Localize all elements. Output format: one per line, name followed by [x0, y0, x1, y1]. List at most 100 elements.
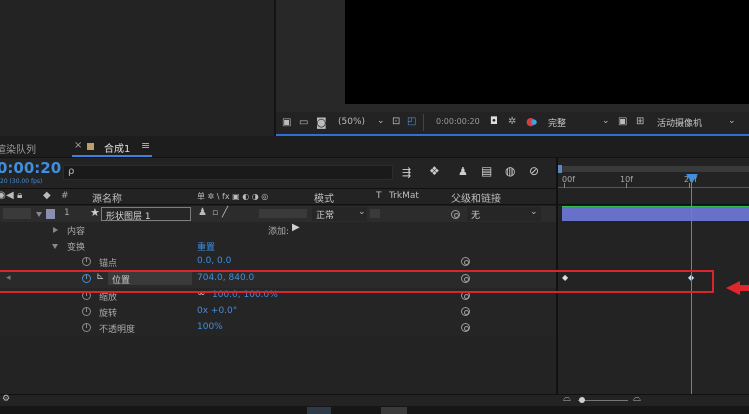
- transparency-grid-icon[interactable]: ⊞: [636, 116, 644, 127]
- zoom-slider-thumb[interactable]: [579, 397, 585, 403]
- mode-select[interactable]: 正常 ⌄: [312, 207, 367, 221]
- column-header: ◉ ◀ 🔒︎ ◆ # 源名称 单 ✲ \ fx ▣ ◐ ◑ ◎ 模式 T Trk…: [0, 188, 556, 205]
- shy-icon[interactable]: ♟: [458, 165, 468, 178]
- toggle-switches-icon[interactable]: ⚙: [2, 394, 10, 404]
- zoom-slider-track[interactable]: [578, 400, 628, 401]
- anchor-point-row[interactable]: 锚点 0.0, 0.0: [0, 254, 556, 271]
- chevron-down-icon[interactable]: ⌄: [602, 116, 610, 126]
- close-icon[interactable]: ×: [74, 140, 82, 151]
- draft-3d-icon[interactable]: ❖: [429, 164, 440, 178]
- camera-select[interactable]: 活动摄像机: [657, 116, 702, 129]
- switch-boxes[interactable]: [259, 209, 307, 218]
- always-preview-icon[interactable]: ▣: [282, 117, 291, 128]
- region-icon[interactable]: ◰: [407, 116, 416, 127]
- layer-duration-bar[interactable]: [562, 207, 749, 221]
- tab-menu-icon[interactable]: ≡: [141, 139, 150, 152]
- mask-icon[interactable]: ◙: [316, 116, 327, 129]
- red-arrow-shaft: [740, 285, 749, 291]
- current-time-display[interactable]: 0:00:20: [0, 159, 61, 177]
- reset-link[interactable]: 重置: [197, 240, 215, 253]
- show-snapshot-icon[interactable]: ✲: [508, 116, 516, 127]
- contents-track: [558, 222, 749, 239]
- work-area-start[interactable]: [558, 165, 562, 173]
- resolution-select[interactable]: 完整: [548, 116, 566, 129]
- stopwatch-icon[interactable]: [82, 307, 91, 316]
- tab-render-queue[interactable]: 渲染队列: [0, 141, 36, 156]
- column-mode[interactable]: 模式: [314, 190, 334, 205]
- timeline-footer: ⚙ ⌓ ⌓: [0, 393, 749, 406]
- frame-blending-icon[interactable]: ▤: [481, 164, 492, 178]
- opacity-value[interactable]: 100%: [197, 322, 223, 332]
- stopwatch-icon[interactable]: [82, 257, 91, 266]
- timecode-display[interactable]: 0:00:00:20: [423, 114, 483, 131]
- chevron-down-icon: ⌄: [530, 207, 538, 217]
- column-trkmat[interactable]: TrkMat: [389, 191, 419, 201]
- region-of-interest-icon[interactable]: ▣: [618, 116, 627, 127]
- time-ruler[interactable]: 00f 10f 20f: [558, 158, 749, 188]
- taskbar-item[interactable]: [381, 407, 407, 414]
- camera-snapshot-icon[interactable]: ◘: [490, 116, 498, 127]
- layer-expand-icon[interactable]: [36, 212, 42, 217]
- opacity-row[interactable]: 不透明度 100%: [0, 320, 556, 337]
- pick-whip-icon[interactable]: [451, 210, 460, 219]
- taskbar-item[interactable]: [307, 407, 331, 414]
- transform-label: 变换: [67, 243, 86, 253]
- audio-toggle-icon[interactable]: ◀: [6, 190, 14, 201]
- rotation-row[interactable]: 旋转 0x +0.0°: [0, 304, 556, 321]
- trkmat-select[interactable]: [370, 209, 380, 218]
- collapse-arrow-icon[interactable]: [52, 244, 58, 249]
- contents-row[interactable]: 内容 添加: ▶: [0, 222, 556, 239]
- layer-visibility-switches[interactable]: [3, 208, 31, 219]
- expand-arrow-icon[interactable]: [53, 227, 58, 233]
- ruler-ticks: [558, 174, 749, 188]
- parent-select[interactable]: 无 ⌄: [467, 207, 541, 221]
- quality-switch-icon[interactable]: ╱: [222, 207, 228, 218]
- zoom-in-icon[interactable]: ⌓: [633, 393, 641, 404]
- layer-row[interactable]: 1 ★ 形状图层 1 ♟ ▫ ╱ 正常 ⌄ 无 ⌄: [0, 206, 556, 223]
- column-number: #: [61, 191, 69, 201]
- zoom-out-icon[interactable]: ⌓: [563, 393, 571, 404]
- motion-blur-icon[interactable]: ◍: [505, 164, 515, 178]
- search-icon: ρ: [68, 166, 75, 177]
- comp-mini-flowchart-icon[interactable]: ⇶: [402, 166, 411, 179]
- rotation-value[interactable]: 0x +0.0°: [197, 306, 237, 316]
- expression-spiral-icon[interactable]: [461, 307, 470, 316]
- stopwatch-icon[interactable]: [82, 323, 91, 332]
- lock-icon[interactable]: 🔒︎: [17, 190, 22, 201]
- layer-track[interactable]: [558, 206, 749, 223]
- add-button[interactable]: ▶: [292, 222, 300, 233]
- column-parent[interactable]: 父级和链接: [451, 190, 501, 205]
- expression-spiral-icon[interactable]: [461, 323, 470, 332]
- red-arrow-icon: [726, 281, 740, 295]
- highlight-box: [0, 270, 714, 293]
- anchor-point-label: 锚点: [99, 259, 118, 269]
- taskbar-strip: [0, 406, 749, 414]
- label-tag-icon[interactable]: ◆: [43, 190, 51, 201]
- add-label: 添加:: [268, 227, 290, 237]
- timeline-tabbar: 渲染队列 × 合成1 ≡: [0, 136, 749, 158]
- tab-comp-1[interactable]: 合成1: [104, 140, 130, 155]
- comp-marker-strip: [558, 188, 749, 205]
- column-source-name[interactable]: 源名称: [92, 190, 122, 205]
- layer-label-color[interactable]: [46, 209, 55, 219]
- shy-switch-icon[interactable]: ♟: [198, 207, 207, 218]
- playhead-handle[interactable]: [686, 174, 698, 183]
- chevron-down-icon[interactable]: ⌄: [377, 116, 385, 126]
- transform-row[interactable]: 变换 重置: [0, 238, 556, 255]
- video-toggle-icon[interactable]: ◉: [0, 190, 6, 201]
- search-input[interactable]: ρ: [63, 165, 393, 180]
- anchor-point-value[interactable]: 0.0, 0.0: [197, 256, 231, 266]
- project-panel: [0, 0, 274, 136]
- graph-editor-icon[interactable]: ⊘: [529, 164, 539, 178]
- zoom-select[interactable]: (50%): [338, 117, 365, 127]
- layer-name-field[interactable]: 形状图层 1: [101, 207, 191, 222]
- rotation-track: [558, 304, 749, 321]
- monitor-icon[interactable]: ▭: [299, 117, 308, 128]
- column-switches: 单 ✲ \ fx ▣ ◐ ◑ ◎: [197, 192, 269, 201]
- work-area-bar[interactable]: [560, 166, 749, 172]
- collapse-switch-icon[interactable]: ▫: [212, 208, 218, 218]
- viewer-toolbar: ▣ ▭ ◙ (50%) ⌄ ⊡ ◰ 0:00:00:20 ◘ ✲ ● ● 完整 …: [276, 112, 749, 134]
- chevron-down-icon[interactable]: ⌄: [728, 116, 736, 126]
- fit-icon[interactable]: ⊡: [392, 116, 400, 127]
- expression-spiral-icon[interactable]: [461, 257, 470, 266]
